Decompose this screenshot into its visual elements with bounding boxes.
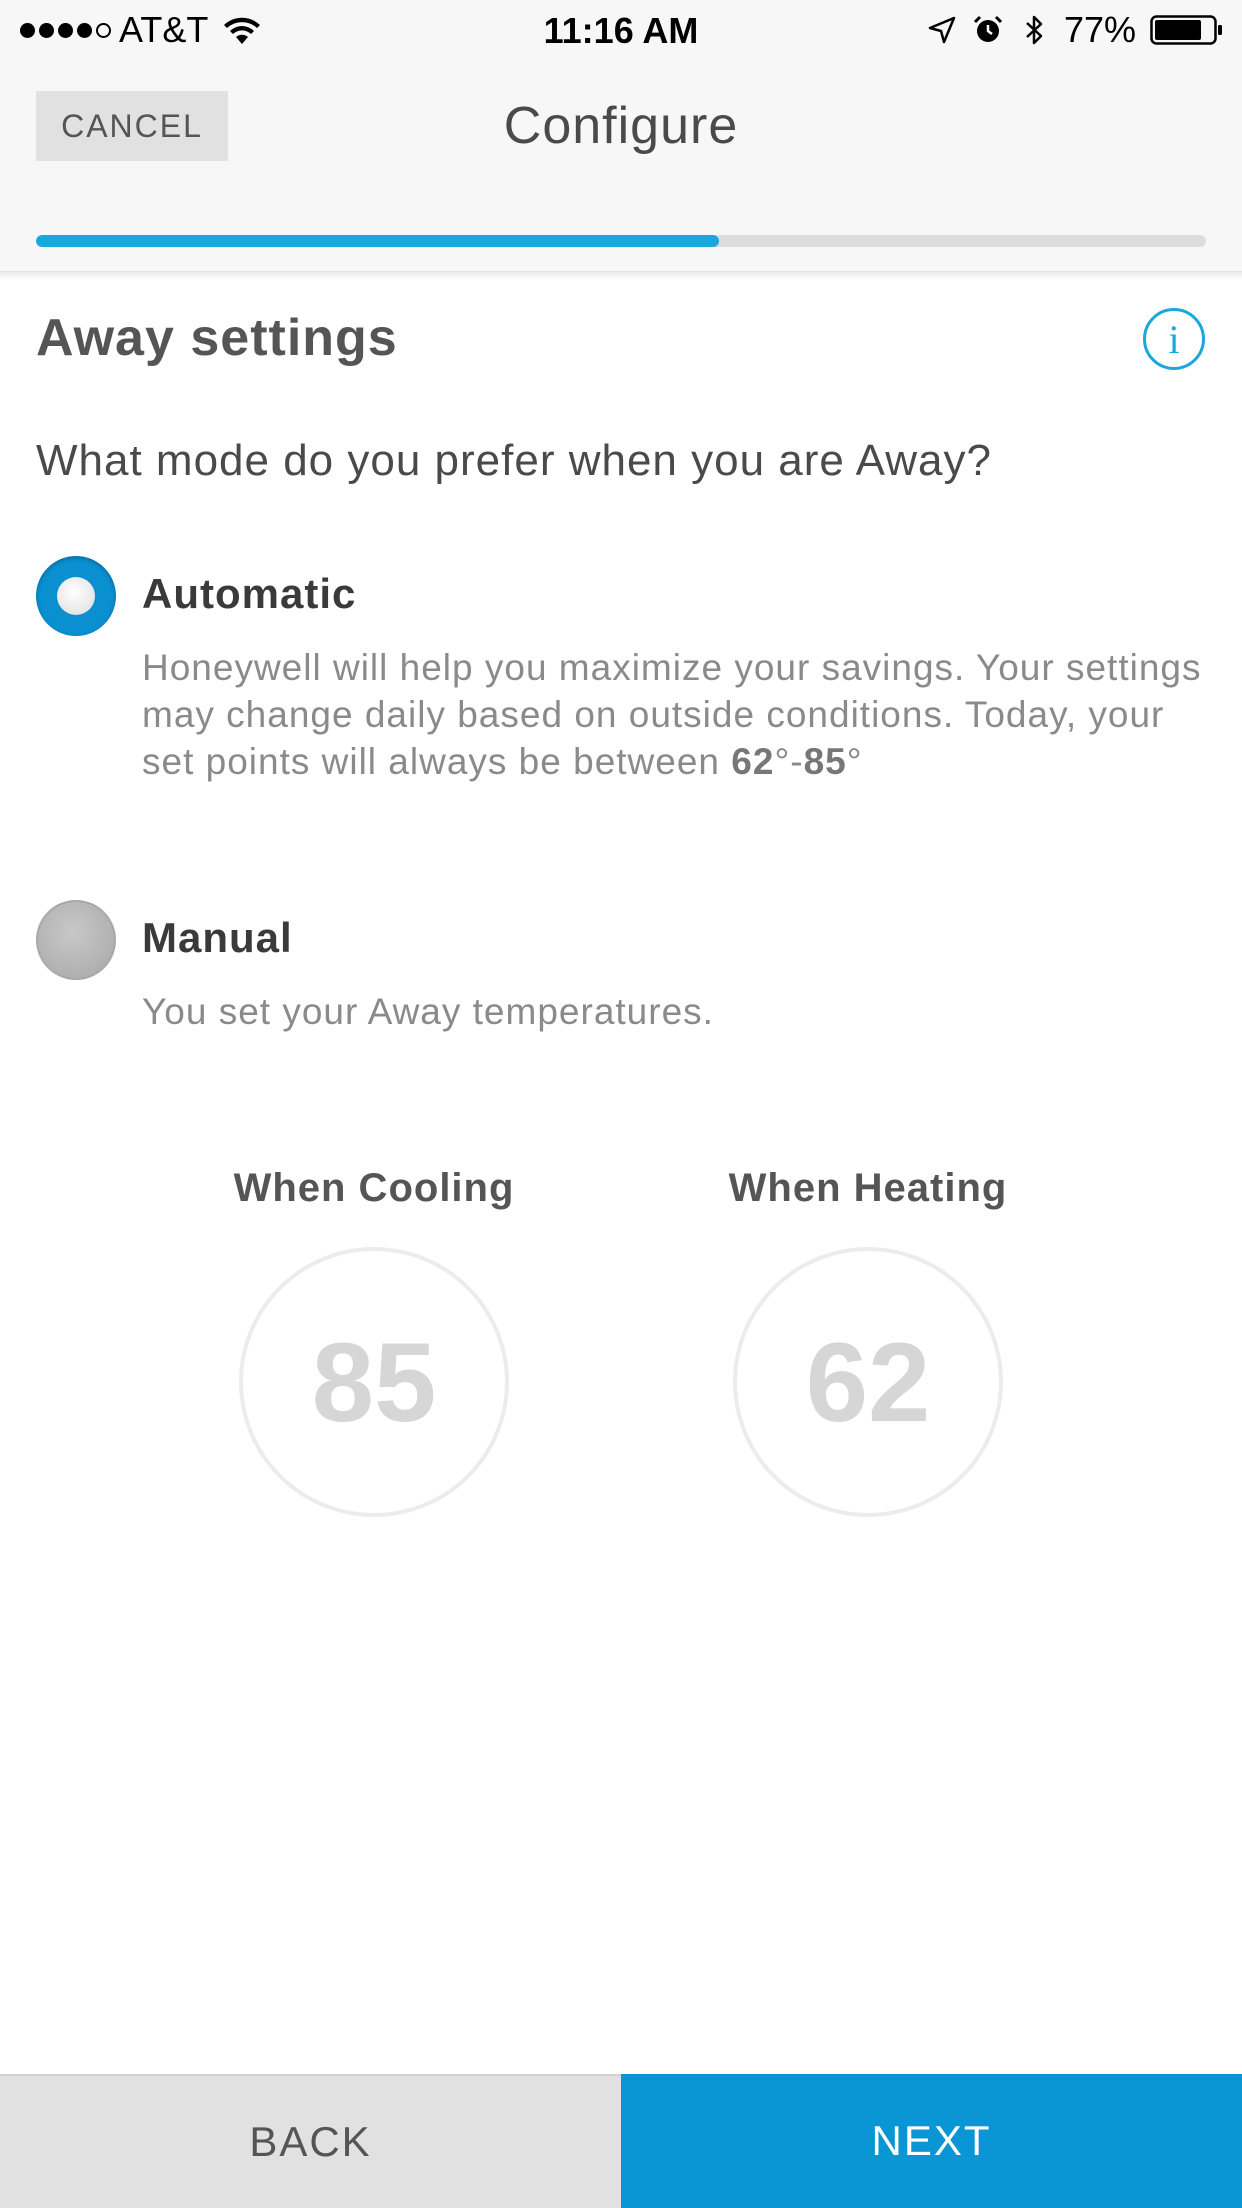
back-button[interactable]: BACK — [0, 2074, 621, 2208]
header: CANCEL Configure — [0, 60, 1242, 210]
range-low: 62 — [731, 741, 775, 782]
radio-automatic[interactable] — [36, 556, 116, 636]
heating-dial: 62 — [733, 1247, 1003, 1517]
automatic-description-text: Honeywell will help you maximize your sa… — [142, 647, 1202, 782]
next-button[interactable]: NEXT — [621, 2074, 1242, 2208]
bottom-bar: BACK NEXT — [0, 2074, 1242, 2208]
option-description: You set your Away temperatures. — [142, 991, 714, 1032]
heating-label: When Heating — [728, 1166, 1008, 1210]
cooling-label: When Cooling — [233, 1166, 515, 1210]
bluetooth-icon — [1026, 15, 1043, 45]
alarm-icon — [973, 15, 1002, 42]
option-label: Manual — [142, 914, 293, 961]
progress-bar — [36, 235, 1206, 247]
progress-fill — [36, 235, 720, 247]
range-suffix: ° — [846, 741, 863, 782]
location-icon — [928, 16, 956, 44]
heating-setpoint: When Heating 62 — [658, 1166, 1078, 1517]
cooling-dial: 85 — [239, 1247, 509, 1517]
status-right: 77% — [926, 9, 1224, 50]
range-high: 85 — [803, 741, 847, 782]
info-icon[interactable]: i — [1143, 308, 1205, 370]
battery-percent: 77% — [1063, 9, 1136, 50]
cooling-setpoint: When Cooling 85 — [164, 1166, 584, 1517]
status-bar: AT&T 11:16 AM 77% — [0, 0, 1242, 60]
option-label: Automatic — [142, 570, 357, 617]
page-title: Configure — [503, 97, 739, 155]
header-divider — [0, 272, 1242, 280]
section-title: Away settings — [36, 309, 398, 367]
radio-manual[interactable] — [36, 900, 116, 980]
battery-icon — [1150, 15, 1222, 45]
option-manual[interactable]: Manual You set your Away temperatures. — [36, 900, 1206, 1060]
option-automatic[interactable]: Automatic Honeywell will help you maximi… — [36, 556, 1206, 836]
option-description: Honeywell will help you maximize your sa… — [142, 644, 1206, 785]
mode-question: What mode do you prefer when you are Awa… — [36, 436, 992, 485]
range-separator: °- — [774, 741, 804, 782]
